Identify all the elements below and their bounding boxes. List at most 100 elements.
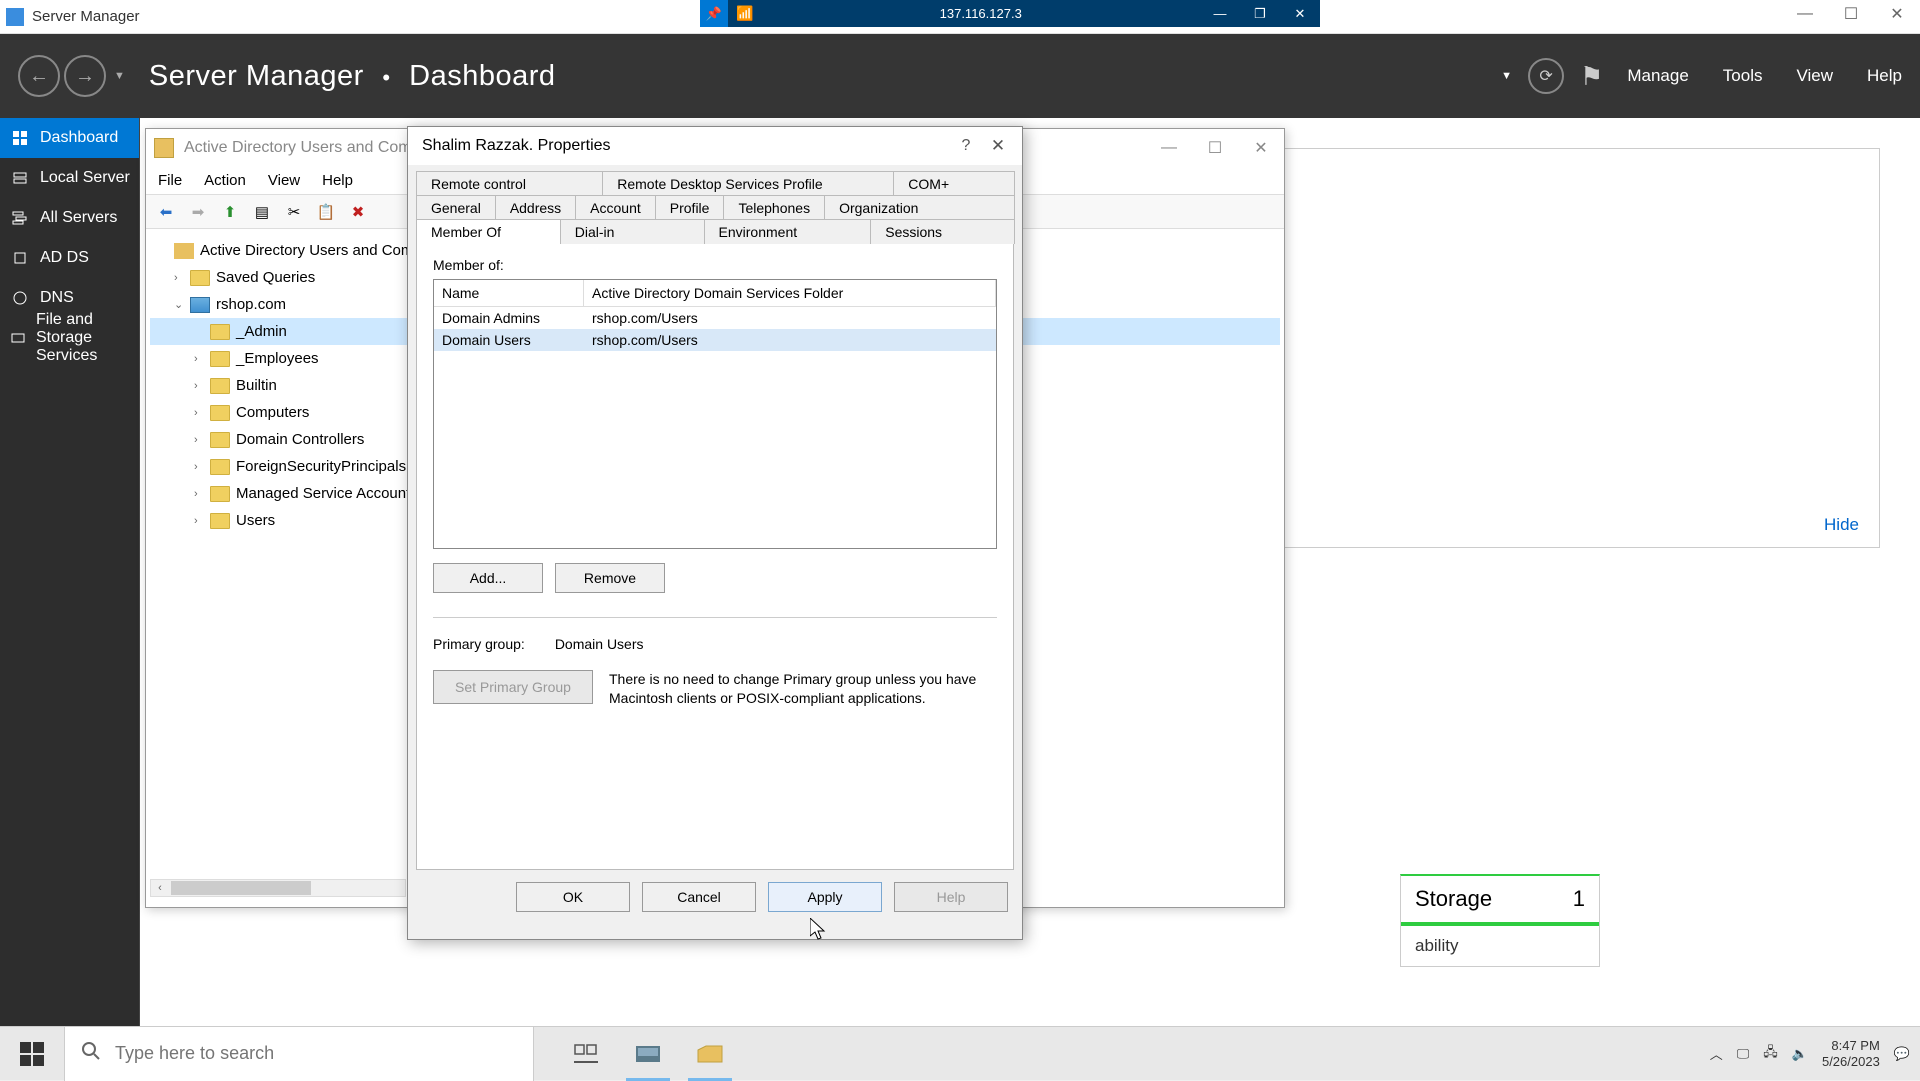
host-minimize-icon[interactable]: —: [1782, 0, 1828, 27]
column-name[interactable]: Name: [434, 280, 584, 306]
add-button[interactable]: Add...: [433, 563, 543, 593]
cancel-button[interactable]: Cancel: [642, 882, 756, 912]
column-folder[interactable]: Active Directory Domain Services Folder: [584, 280, 996, 306]
aduc-minimize-icon[interactable]: —: [1146, 132, 1192, 164]
sidebar-label: Local Server: [40, 169, 130, 187]
tab-rds-profile[interactable]: Remote Desktop Services Profile: [602, 171, 894, 196]
tab-member-of[interactable]: Member Of: [416, 219, 561, 244]
divider: [433, 617, 997, 618]
search-input[interactable]: [115, 1043, 533, 1064]
sm-header: ← → ▼ Server Manager • Dashboard ▼ ⟳ ⚑ M…: [0, 34, 1920, 118]
aduc-menu-action[interactable]: Action: [204, 172, 246, 189]
sidebar-item-adds[interactable]: AD DS: [0, 238, 139, 278]
tab-general[interactable]: General: [416, 195, 496, 220]
dns-icon: [10, 288, 30, 308]
sidebar-item-all-servers[interactable]: All Servers: [0, 198, 139, 238]
sidebar-item-local-server[interactable]: Local Server: [0, 158, 139, 198]
search-icon: [81, 1041, 101, 1066]
toolbar-delete-icon[interactable]: ✖: [344, 198, 372, 226]
taskbar-aduc[interactable]: [682, 1027, 738, 1081]
clock-time: 8:47 PM: [1822, 1038, 1880, 1054]
tray-display-icon[interactable]: 🖵: [1737, 1046, 1750, 1062]
tray-volume-icon[interactable]: 🔈: [1792, 1046, 1808, 1062]
menu-manage[interactable]: Manage: [1627, 66, 1688, 86]
tab-complus[interactable]: COM+: [893, 171, 1015, 196]
aduc-menu-view[interactable]: View: [268, 172, 300, 189]
remote-session-bar: 📌 📶 137.116.127.3 — ❐ ✕: [700, 0, 1320, 27]
props-help-icon[interactable]: ?: [950, 137, 982, 155]
refresh-button[interactable]: ⟳: [1528, 58, 1564, 94]
host-close-icon[interactable]: ✕: [1874, 0, 1920, 27]
toolbar-copy-icon[interactable]: 📋: [312, 198, 340, 226]
hide-link[interactable]: Hide: [1824, 515, 1859, 535]
tab-telephones[interactable]: Telephones: [723, 195, 825, 220]
apply-button[interactable]: Apply: [768, 882, 882, 912]
breadcrumb-separator: •: [382, 65, 390, 90]
sidebar-label: AD DS: [40, 249, 89, 267]
toolbar-cut-icon[interactable]: ✂: [280, 198, 308, 226]
aduc-maximize-icon[interactable]: ☐: [1192, 132, 1238, 164]
scroll-left-icon[interactable]: ‹: [151, 882, 169, 894]
storage-title: Storage: [1415, 886, 1492, 912]
nav-dropdown-icon[interactable]: ▼: [114, 70, 125, 82]
aduc-menu-file[interactable]: File: [158, 172, 182, 189]
tray-network-icon[interactable]: 🖧: [1763, 1043, 1778, 1065]
taskbar-search[interactable]: [64, 1027, 534, 1081]
host-maximize-icon[interactable]: ☐: [1828, 0, 1874, 27]
server-icon: [10, 168, 30, 188]
props-titlebar: Shalim Razzak. Properties ? ✕: [408, 127, 1022, 165]
taskbar-clock[interactable]: 8:47 PM 5/26/2023: [1822, 1038, 1880, 1069]
menu-tools[interactable]: Tools: [1723, 66, 1763, 86]
toolbar-forward-icon[interactable]: ➡: [184, 198, 212, 226]
props-close-icon[interactable]: ✕: [982, 136, 1014, 156]
pin-icon[interactable]: 📌: [700, 0, 728, 27]
nav-back-button[interactable]: ←: [18, 55, 60, 97]
breadcrumb: Server Manager • Dashboard: [149, 60, 556, 93]
props-tabs: Remote control Remote Desktop Services P…: [416, 171, 1014, 243]
ok-button[interactable]: OK: [516, 882, 630, 912]
tray-chevron-up-icon[interactable]: ︿: [1710, 1044, 1723, 1063]
nav-forward-button[interactable]: →: [64, 55, 106, 97]
member-row[interactable]: Domain Users rshop.com/Users: [434, 329, 996, 351]
taskbar-apps: [534, 1027, 738, 1081]
sidebar-label: All Servers: [40, 209, 117, 227]
tray-notifications-icon[interactable]: 💬: [1894, 1046, 1910, 1062]
servers-icon: [10, 208, 30, 228]
notifications-flag-icon[interactable]: ⚑: [1580, 61, 1603, 92]
breadcrumb-root[interactable]: Server Manager: [149, 60, 364, 92]
start-button[interactable]: [0, 1027, 64, 1081]
storage-count: 1: [1573, 886, 1585, 912]
menu-view[interactable]: View: [1796, 66, 1833, 86]
menu-help[interactable]: Help: [1867, 66, 1902, 86]
minimize-icon[interactable]: —: [1200, 0, 1240, 27]
aduc-close-icon[interactable]: ✕: [1238, 132, 1284, 164]
breadcrumb-current: Dashboard: [409, 60, 555, 92]
tab-organization[interactable]: Organization: [824, 195, 1015, 220]
toolbar-back-icon[interactable]: ⬅: [152, 198, 180, 226]
tab-sessions[interactable]: Sessions: [870, 219, 1015, 244]
storage-tile[interactable]: Storage 1 ability: [1400, 874, 1600, 967]
toolbar-up-icon[interactable]: ⬆: [216, 198, 244, 226]
tab-address[interactable]: Address: [495, 195, 576, 220]
tab-remote-control[interactable]: Remote control: [416, 171, 603, 196]
tab-dial-in[interactable]: Dial-in: [560, 219, 705, 244]
sidebar-item-file-storage[interactable]: File and Storage Services: [0, 318, 139, 358]
remove-button[interactable]: Remove: [555, 563, 665, 593]
aduc-menu-help[interactable]: Help: [322, 172, 353, 189]
member-row[interactable]: Domain Admins rshop.com/Users: [434, 307, 996, 329]
toolbar-properties-icon[interactable]: ▤: [248, 198, 276, 226]
scroll-thumb[interactable]: [171, 881, 311, 895]
aduc-app-icon: [154, 138, 174, 158]
task-view-button[interactable]: [558, 1027, 614, 1081]
taskbar-server-manager[interactable]: [620, 1027, 676, 1081]
restore-icon[interactable]: ❐: [1240, 0, 1280, 27]
sidebar-item-dashboard[interactable]: Dashboard: [0, 118, 139, 158]
header-dropdown-icon[interactable]: ▼: [1501, 70, 1512, 82]
adds-icon: [10, 248, 30, 268]
tab-environment[interactable]: Environment: [704, 219, 872, 244]
aduc-horizontal-scrollbar[interactable]: ‹: [150, 879, 406, 897]
tab-profile[interactable]: Profile: [655, 195, 725, 220]
tab-account[interactable]: Account: [575, 195, 656, 220]
close-icon[interactable]: ✕: [1280, 0, 1320, 27]
member-of-list[interactable]: Name Active Directory Domain Services Fo…: [433, 279, 997, 549]
